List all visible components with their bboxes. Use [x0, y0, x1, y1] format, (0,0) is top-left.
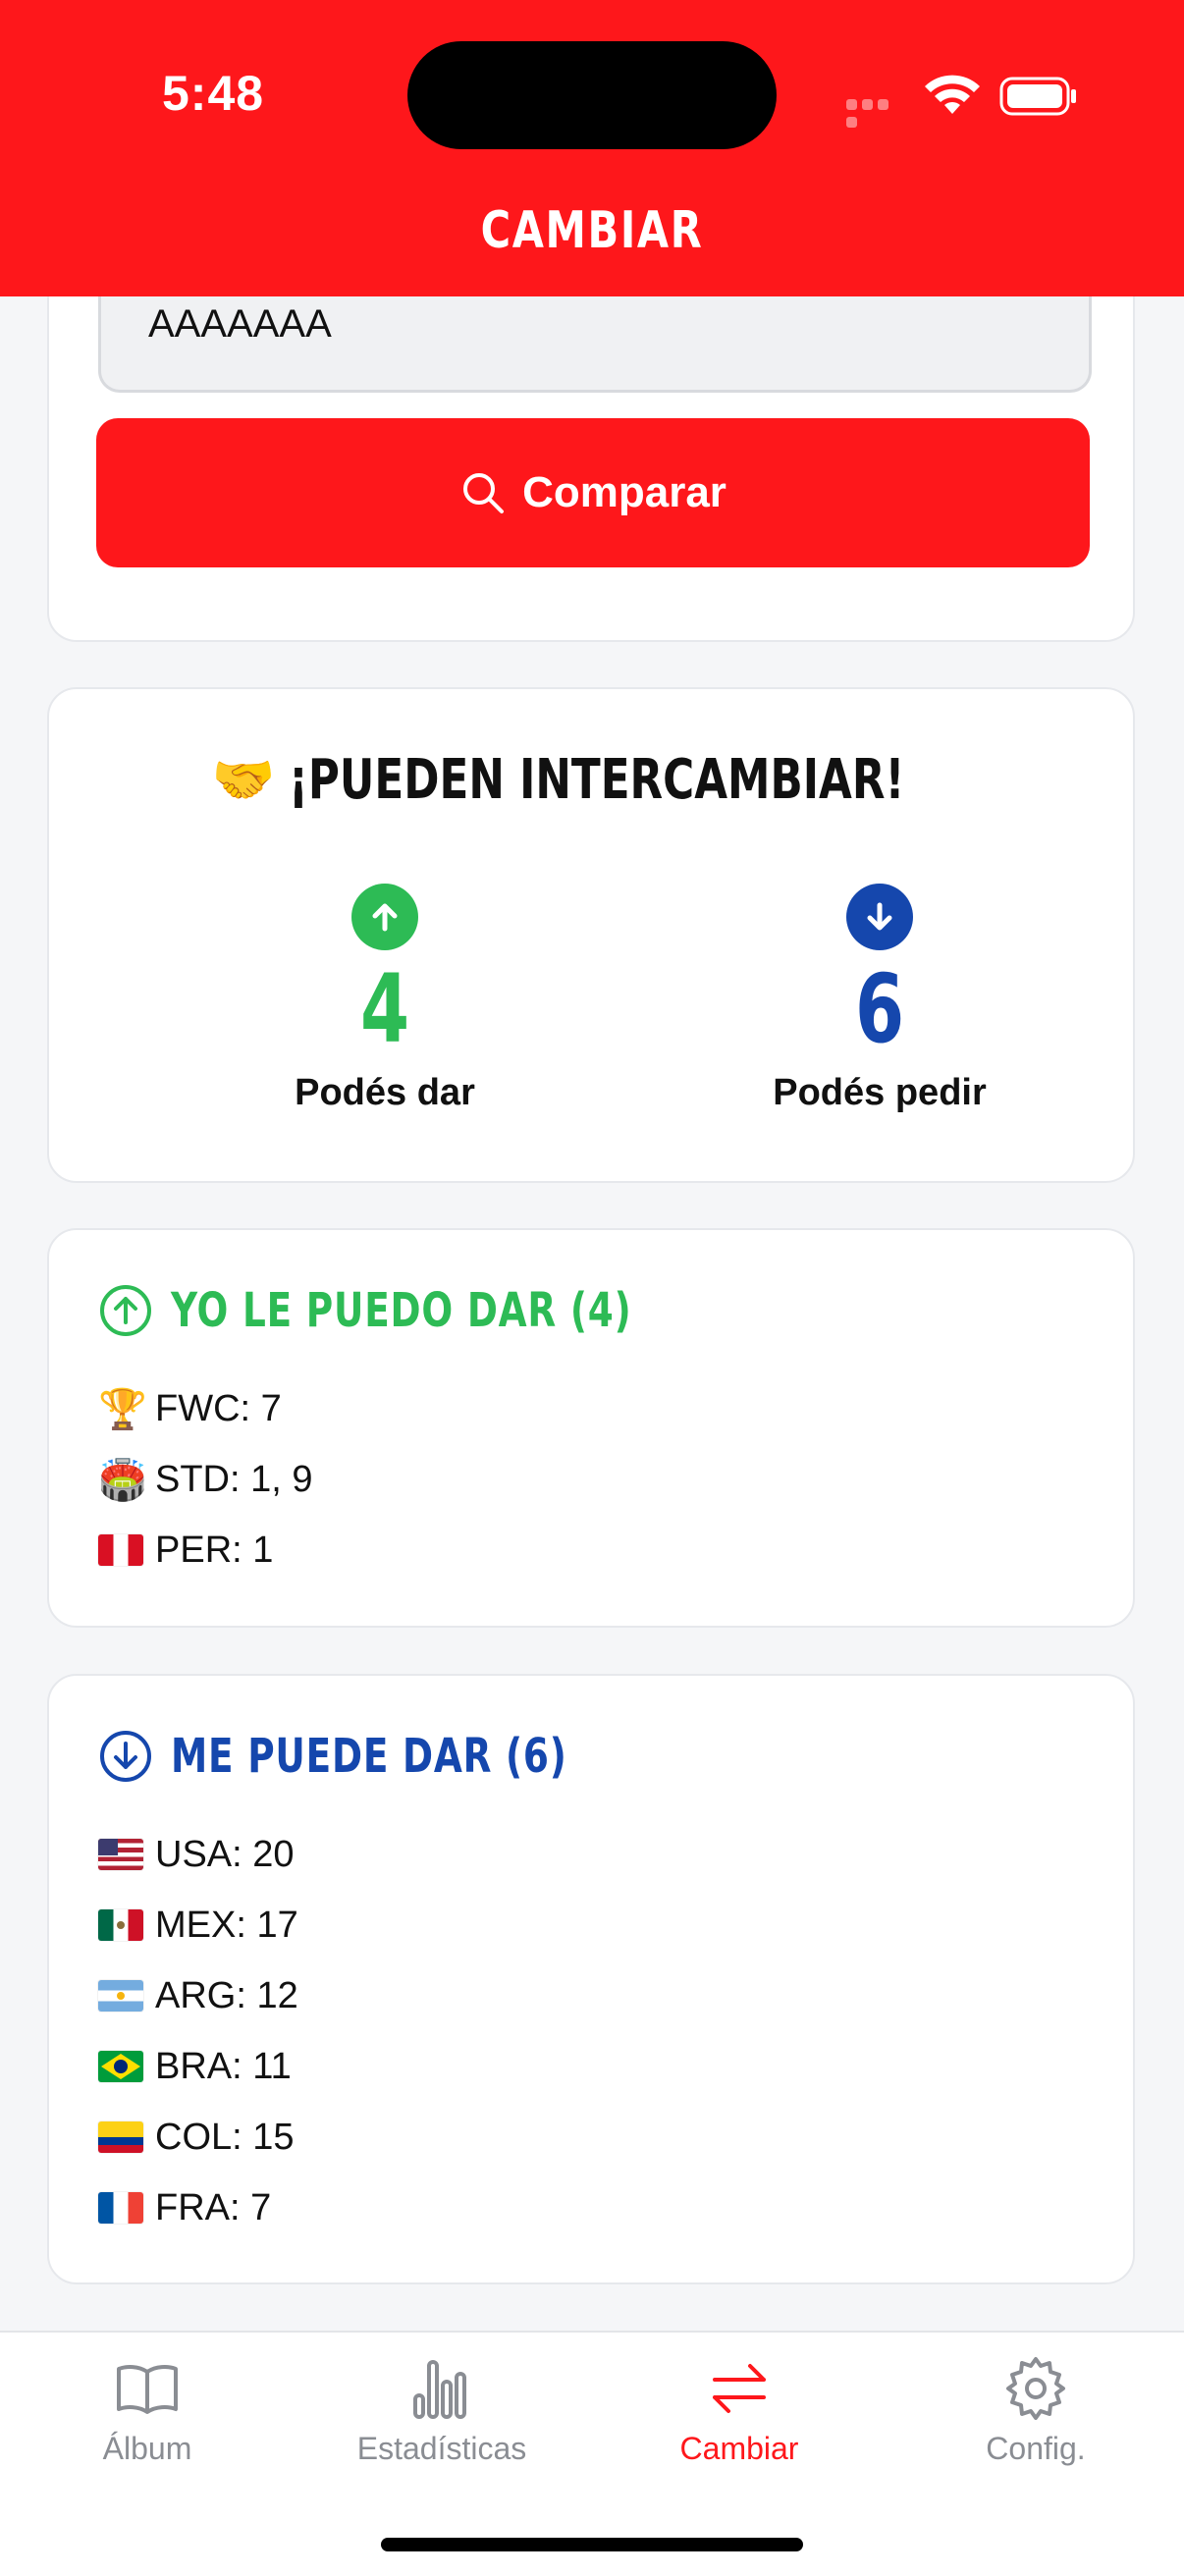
brazil-flag-icon — [98, 2051, 143, 2082]
arrow-down-outline-icon — [100, 1731, 151, 1782]
arrow-down-circle-icon — [846, 884, 913, 950]
list-item: FRA: 7 — [98, 2173, 298, 2243]
give-list-title: YO LE PUEDO DAR (4) — [171, 1283, 632, 1338]
list-item: 🏆 FWC: 7 — [98, 1373, 313, 1444]
tab-stats[interactable]: Estadísticas — [295, 2354, 589, 2467]
dynamic-island — [407, 41, 777, 149]
list-item-text: COL: 15 — [155, 2116, 295, 2158]
mexico-flag-icon — [98, 1909, 143, 1941]
give-list-heading: YO LE PUEDO DAR (4) — [98, 1283, 762, 1338]
ask-count: 6 — [854, 954, 905, 1064]
peru-flag-icon — [98, 1534, 143, 1566]
swap-arrows-icon — [713, 2364, 766, 2413]
compare-button-label: Comparar — [522, 468, 727, 516]
usa-flag-icon — [98, 1839, 143, 1870]
list-item: ARG: 12 — [98, 1960, 298, 2031]
list-item: COL: 15 — [98, 2102, 298, 2173]
colombia-flag-icon — [98, 2121, 143, 2153]
trade-summary-card: 🤝 ¡PUEDEN INTERCAMBIAR! 4 Podés dar 6 Po… — [47, 687, 1135, 1183]
wifi-icon — [925, 75, 980, 114]
handshake-icon: 🤝 — [211, 752, 276, 809]
gear-icon — [1006, 2357, 1065, 2420]
give-count: 4 — [359, 954, 410, 1064]
summary-title: ¡PUEDEN INTERCAMBIAR! — [289, 748, 905, 812]
list-item-text: FRA: 7 — [155, 2186, 272, 2228]
france-flag-icon — [98, 2192, 143, 2224]
bar-chart-icon — [413, 2360, 466, 2419]
list-item: BRA: 11 — [98, 2031, 298, 2102]
tab-config-label: Config. — [986, 2431, 1086, 2466]
list-item: 🏟️ STD: 1, 9 — [98, 1444, 313, 1515]
tab-album[interactable]: Álbum — [0, 2354, 295, 2467]
give-list-items: 🏆 FWC: 7 🏟️ STD: 1, 9 PER: 1 — [98, 1373, 313, 1585]
list-item-text: PER: 1 — [155, 1529, 274, 1571]
tab-swap[interactable]: Cambiar — [592, 2354, 887, 2467]
give-label: Podés dar — [295, 1072, 475, 1113]
tab-album-label: Álbum — [102, 2431, 192, 2466]
argentina-flag-icon — [98, 1980, 143, 2012]
get-list-items: USA: 20 MEX: 17 ARG: 12 BRA: 11 COL: 15 … — [98, 1819, 298, 2243]
list-item-text: FWC: 7 — [155, 1387, 282, 1429]
book-icon — [117, 2365, 178, 2414]
list-item-text: MEX: 17 — [155, 1904, 298, 1946]
arrow-up-outline-icon — [100, 1285, 151, 1336]
list-item-text: ARG: 12 — [155, 1974, 298, 2016]
trophy-icon: 🏆 — [98, 1387, 147, 1431]
battery-icon — [999, 77, 1076, 116]
cellular-signal-icon — [846, 97, 907, 128]
summary-heading: 🤝 ¡PUEDEN INTERCAMBIAR! — [49, 748, 1133, 812]
give-stat: 4 Podés dar — [198, 884, 571, 1114]
arrow-up-circle-icon — [351, 884, 418, 950]
compare-button[interactable]: Comparar — [96, 418, 1090, 567]
list-item-text: BRA: 11 — [155, 2045, 292, 2087]
list-item: PER: 1 — [98, 1515, 313, 1585]
list-item: USA: 20 — [98, 1819, 298, 1890]
list-item-text: USA: 20 — [155, 1833, 295, 1875]
get-list-heading: ME PUEDE DAR (6) — [98, 1729, 679, 1784]
ask-label: Podés pedir — [773, 1072, 987, 1113]
get-list-card: ME PUEDE DAR (6) USA: 20 MEX: 17 ARG: 12… — [47, 1674, 1135, 2284]
tab-config[interactable]: Config. — [888, 2354, 1183, 2467]
search-icon — [463, 473, 505, 513]
get-list-title: ME PUEDE DAR (6) — [171, 1729, 567, 1784]
ask-stat: 6 Podés pedir — [693, 884, 1066, 1114]
tab-stats-label: Estadísticas — [356, 2431, 527, 2466]
list-item-text: STD: 1, 9 — [155, 1458, 313, 1500]
tab-swap-label: Cambiar — [679, 2431, 799, 2466]
home-indicator[interactable] — [381, 2538, 803, 2551]
list-item: MEX: 17 — [98, 1890, 298, 1960]
top-header: 5:48 CAMBIAR — [0, 0, 1184, 296]
status-time: 5:48 — [162, 66, 265, 121]
stadium-icon: 🏟️ — [98, 1458, 147, 1502]
give-list-card: YO LE PUEDO DAR (4) 🏆 FWC: 7 🏟️ STD: 1, … — [47, 1228, 1135, 1628]
page-title: CAMBIAR — [480, 201, 704, 260]
